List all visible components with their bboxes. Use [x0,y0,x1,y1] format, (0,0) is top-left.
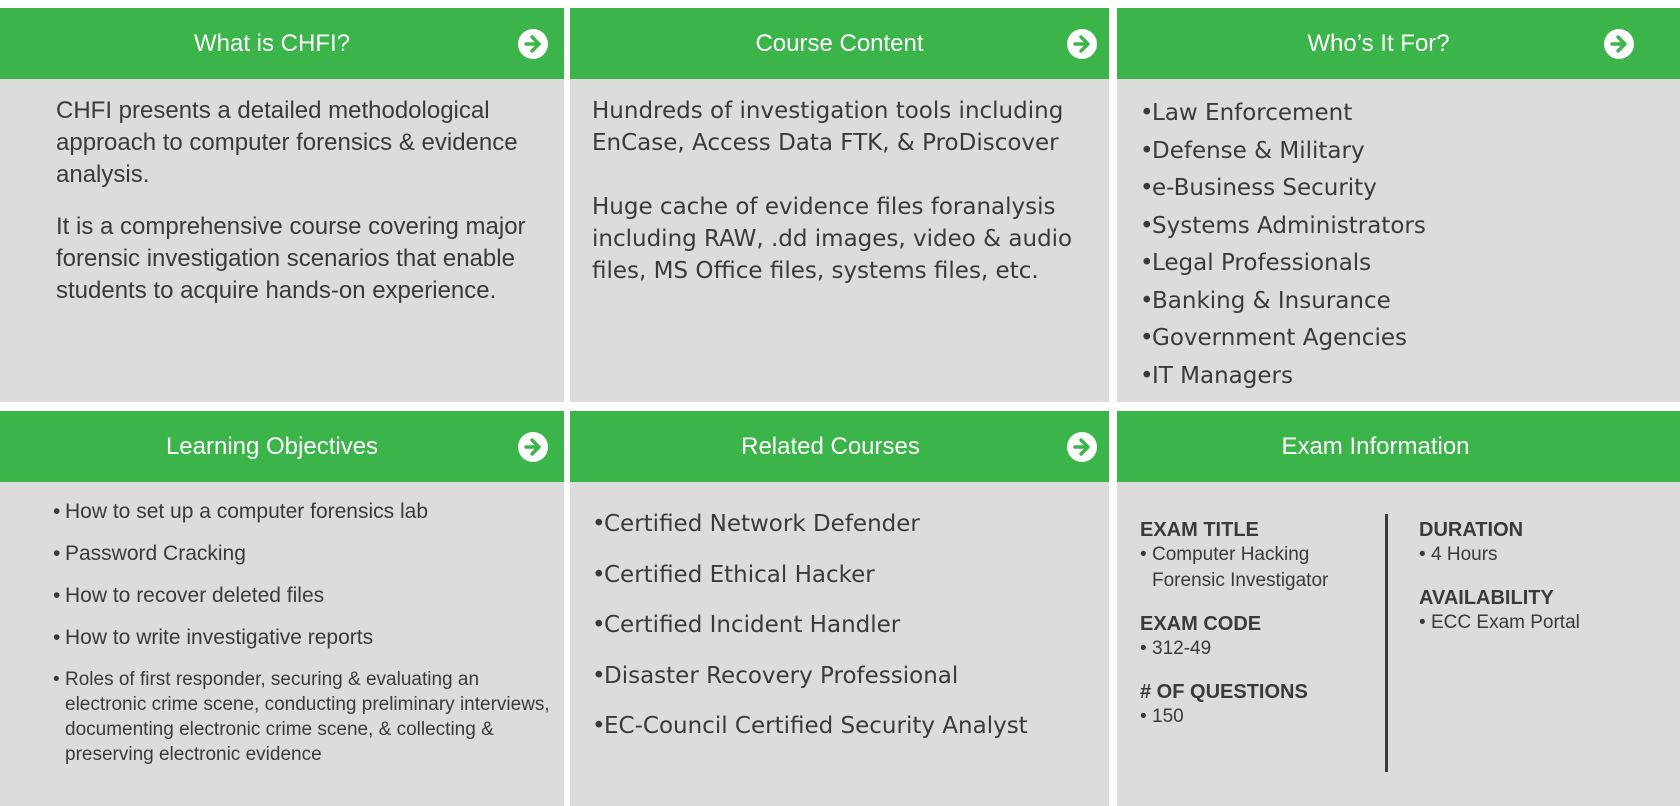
arrow-right-circle-icon[interactable] [518,29,548,59]
arrow-right-circle-icon[interactable] [1604,29,1634,59]
duration-label: DURATION [1419,519,1524,541]
list-item: IT Managers [1140,358,1664,396]
availability-label: AVAILABILITY [1419,587,1554,609]
duration-value: 4 Hours [1419,542,1669,568]
course-content-paragraph-2: Huge cache of evidence files foranalysis… [592,194,1073,284]
panel-header[interactable]: Related Courses [570,411,1109,482]
panel-what-is-chfi: What is CHFI? CHFI presents a detailed m… [0,8,564,402]
related-course-link[interactable]: Disaster Recovery Professional [592,651,1097,702]
objectives-list: How to set up a computer forensics lab P… [53,499,552,767]
list-item: Law Enforcement [1140,95,1664,133]
panel-title: Learning Objectives [165,432,379,460]
panel-title: Exam Information [1281,432,1470,460]
panel-header[interactable]: What is CHFI? [0,8,564,79]
related-course-link[interactable]: Certified Incident Handler [592,600,1097,651]
arrow-right-circle-icon[interactable] [1067,29,1097,59]
questions-value: 150 [1140,704,1372,730]
panel-title: What is CHFI? [193,29,351,57]
related-course-link[interactable]: EC-Council Certified Security Analyst [592,701,1097,752]
related-courses-list: Certified Network Defender Certified Eth… [592,499,1097,752]
panel-title: Related Courses [741,432,920,460]
list-item: Roles of first responder, securing & eva… [53,667,552,767]
related-course-link[interactable]: Certified Ethical Hacker [592,550,1097,601]
availability-value: ECC Exam Portal [1419,610,1669,636]
course-content-paragraph-1: Hundreds of investigation tools includin… [592,98,1064,156]
panel-related-courses: Related Courses Certified Network Defend… [570,411,1109,806]
arrow-right-circle-icon[interactable] [1067,432,1097,462]
panel-title: Who’s It For? [1307,29,1450,57]
exam-code-value: 312-49 [1140,636,1372,662]
list-item: Defense & Military [1140,133,1664,171]
exam-code-label: EXAM CODE [1140,613,1262,635]
panel-header[interactable]: Learning Objectives [0,411,564,482]
questions-label: # OF QUESTIONS [1140,681,1308,703]
panel-exam-information: Exam Information EXAM TITLE Computer Hac… [1117,411,1680,806]
list-item: Password Cracking [53,541,552,567]
what-is-paragraph-1: CHFI presents a detailed methodological … [56,97,518,188]
list-item: How to set up a computer forensics lab [53,499,552,525]
panel-header[interactable]: Who’s It For? [1117,8,1680,79]
column-divider [1385,514,1388,772]
list-item: e-Business Security [1140,170,1664,208]
panel-course-content: Course Content Hundreds of investigation… [570,8,1109,402]
arrow-right-circle-icon[interactable] [518,432,548,462]
list-item: How to recover deleted files [53,583,552,609]
list-item: Banking & Insurance [1140,283,1664,321]
panel-header: Exam Information [1117,411,1680,482]
panel-who-its-for: Who’s It For? Law Enforcement Defense & … [1117,8,1680,402]
panel-learning-objectives: Learning Objectives How to set up a comp… [0,411,564,806]
audience-list: Law Enforcement Defense & Military e-Bus… [1140,95,1664,395]
related-course-link[interactable]: Certified Network Defender [592,499,1097,550]
list-item: Legal Professionals [1140,245,1664,283]
what-is-paragraph-2: It is a comprehensive course covering ma… [56,213,526,304]
exam-title-value: Computer Hacking Forensic Investigator [1140,542,1372,594]
list-item: How to write investigative reports [53,625,552,651]
panel-header[interactable]: Course Content [570,8,1109,79]
panel-title: Course Content [755,29,924,57]
list-item: Systems Administrators [1140,208,1664,246]
list-item: Government Agencies [1140,320,1664,358]
exam-title-label: EXAM TITLE [1140,519,1259,541]
